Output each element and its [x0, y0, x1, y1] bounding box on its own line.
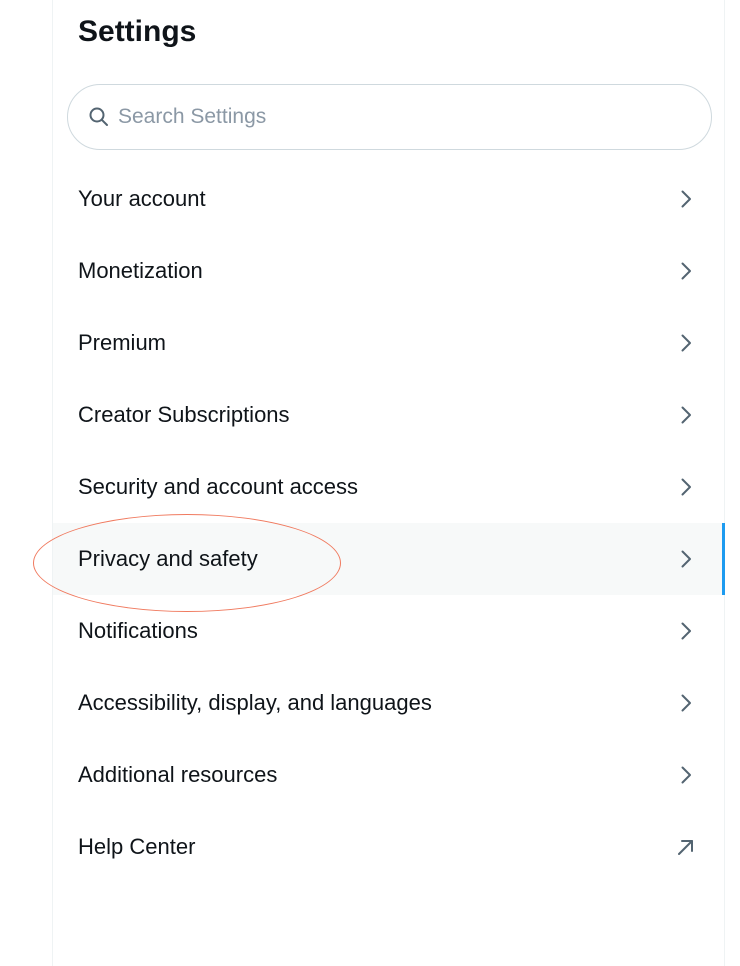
settings-item-label: Premium — [78, 330, 167, 355]
settings-item-label: Notifications — [78, 618, 198, 643]
chevron-right-icon — [674, 547, 698, 571]
settings-item-privacy-and-safety[interactable]: Privacy and safety — [53, 523, 725, 595]
chevron-right-icon — [674, 403, 698, 427]
settings-item-additional-resources[interactable]: Additional resources — [53, 739, 724, 811]
settings-item-label: Security and account access — [78, 474, 359, 499]
external-link-arrow-icon — [674, 835, 698, 859]
settings-menu: Your account Monetization Premium Creato… — [53, 163, 725, 883]
settings-item-label: Monetization — [78, 258, 203, 283]
settings-item-premium[interactable]: Premium — [53, 307, 724, 379]
settings-item-monetization[interactable]: Monetization — [53, 235, 724, 307]
chevron-right-icon — [674, 691, 698, 715]
chevron-right-icon — [674, 475, 698, 499]
settings-page: Settings Your account Monetization — [0, 0, 740, 966]
settings-item-help-center[interactable]: Help Center — [53, 811, 724, 883]
chevron-right-icon — [674, 187, 698, 211]
settings-panel: Settings Your account Monetization — [52, 0, 725, 966]
search-icon — [88, 106, 110, 128]
settings-item-label: Accessibility, display, and languages — [78, 690, 432, 715]
settings-item-notifications[interactable]: Notifications — [53, 595, 724, 667]
chevron-right-icon — [674, 331, 698, 355]
settings-item-accessibility[interactable]: Accessibility, display, and languages — [53, 667, 724, 739]
settings-item-creator-subscriptions[interactable]: Creator Subscriptions — [53, 379, 724, 451]
settings-item-label: Additional resources — [78, 762, 278, 787]
settings-item-label: Your account — [78, 186, 206, 211]
page-title: Settings — [78, 15, 197, 48]
search-input[interactable] — [118, 105, 678, 129]
settings-item-label: Help Center — [78, 834, 196, 859]
chevron-right-icon — [674, 619, 698, 643]
settings-item-label: Privacy and safety — [78, 546, 258, 571]
settings-item-security[interactable]: Security and account access — [53, 451, 724, 523]
chevron-right-icon — [674, 259, 698, 283]
settings-item-your-account[interactable]: Your account — [53, 163, 724, 235]
search-bar[interactable] — [67, 84, 712, 150]
chevron-right-icon — [674, 763, 698, 787]
settings-item-label: Creator Subscriptions — [78, 402, 290, 427]
